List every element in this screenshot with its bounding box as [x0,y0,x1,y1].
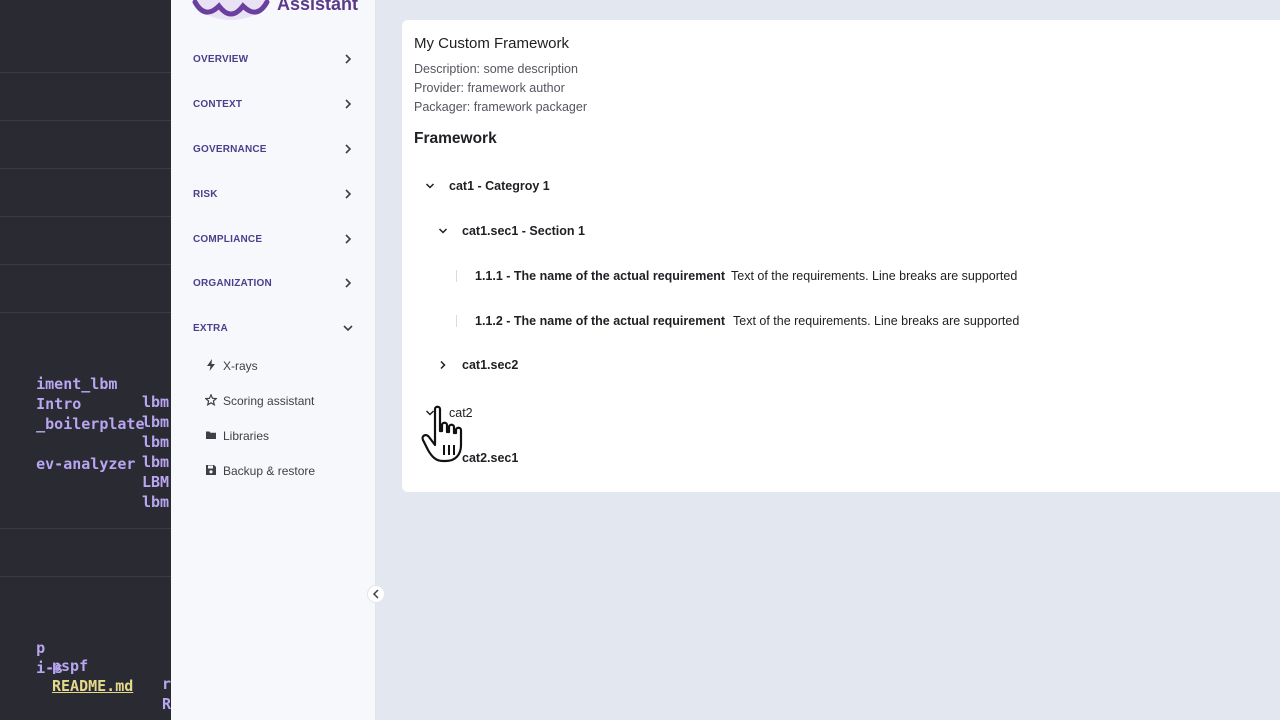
nav-label: OVERVIEW [193,54,249,65]
framework-card: My Custom Framework Description: some de… [402,20,1280,492]
hand-pointer-icon [421,405,463,463]
chevron-right-icon [345,234,352,244]
sidebar-item-label: Libraries [223,429,270,443]
chevron-down-icon[interactable] [424,180,436,192]
terminal-text: LBM [142,473,170,491]
terminal-line: i-s README.md R [0,641,171,720]
folder-icon [206,431,216,439]
framework-packager: Packager: framework packager [414,100,587,114]
nav-label: ORGANIZATION [193,278,272,289]
terminal-text: r [162,675,171,693]
sidebar: Assistant OVERVIEW CONTEXT GOVERNANCE RI… [171,0,376,720]
tree-node-cat1-sec2[interactable]: cat1.sec2 [437,355,737,377]
terminal-divider [0,72,171,73]
requirement-text: Text of the requirements. Line breaks ar… [731,269,1018,283]
nav-label: GOVERNANCE [193,144,267,155]
tree-node-cat1-sec1[interactable]: cat1.sec1 - Section 1 [437,221,737,243]
requirement-row: 1.1.1 - The name of the actual requireme… [456,266,1156,288]
terminal-text: lbm [142,393,170,411]
terminal-divider [0,168,171,169]
requirement-text: Text of the requirements. Line breaks ar… [733,314,1020,328]
chevron-right-icon [345,99,352,109]
terminal-divider [0,216,171,217]
app-name: Assistant [277,0,359,14]
chevron-right-icon [345,144,352,154]
terminal-divider [0,120,171,121]
requirement-name: 1.1.2 - The name of the actual requireme… [475,314,726,328]
tree-node-label: cat1.sec2 [462,358,519,372]
nav-organization[interactable]: ORGANIZATION [171,268,375,302]
chevron-left-icon [372,589,379,599]
nav-risk[interactable]: RISK [171,179,375,213]
sidebar-item-libraries[interactable]: Libraries [171,423,375,449]
tree-node-label: cat1 - Categroy 1 [449,179,550,193]
nav-context[interactable]: CONTEXT [171,89,375,123]
requirement-name: 1.1.1 - The name of the actual requireme… [475,269,726,283]
tree-node-cat2-sec1[interactable]: cat2.sec1 [437,448,737,470]
terminal-text: lbm [142,413,170,431]
tree-node-label: cat1.sec1 - Section 1 [462,224,585,238]
sidebar-item-scoring-assistant[interactable]: Scoring assistant [171,388,375,414]
sidebar-item-x-rays[interactable]: X-rays [171,353,375,379]
floppy-icon [206,465,216,475]
terminal-divider [0,312,171,313]
tree-node-cat2[interactable]: cat2 [424,403,724,425]
nav-label: COMPLIANCE [193,234,263,245]
terminal-text: lbm [142,493,170,511]
section-heading: Framework [414,130,497,147]
chevron-right-icon [345,54,352,64]
terminal-divider [0,576,171,577]
tree-node-cat1[interactable]: cat1 - Categroy 1 [424,176,724,198]
framework-provider: Provider: framework author [414,81,565,95]
app-logo[interactable]: Assistant [191,0,361,22]
logo-emblem-icon [192,0,270,20]
requirement-marker [456,315,457,327]
terminal-text: lbm [142,453,170,471]
sidebar-item-label: Backup & restore [223,464,316,478]
terminal-text: ev-analyzer [36,455,136,473]
nav-extra[interactable]: EXTRA [171,313,375,347]
sidebar-item-label: X-rays [223,359,258,373]
requirement-row: 1.1.2 - The name of the actual requireme… [456,311,1156,333]
nav-label: RISK [193,189,218,200]
terminal-window: iment_lbm lbm Intro lbm _boilerplate lbm… [0,0,171,720]
chevron-right-icon [345,278,352,288]
chevron-right-icon [345,189,352,199]
framework-description: Description: some description [414,62,578,76]
star-icon [205,394,217,406]
chevron-right-icon[interactable] [437,359,449,371]
nav-compliance[interactable]: COMPLIANCE [171,224,375,258]
tree-node-label: cat2.sec1 [462,451,519,465]
sidebar-item-label: Scoring assistant [223,394,315,408]
chevron-down-icon [343,325,353,332]
requirement-marker [456,270,457,282]
terminal-text: lbm [142,433,170,451]
nav-governance[interactable]: GOVERNANCE [171,134,375,168]
terminal-text: R [162,695,171,713]
terminal-file-link: README.md [52,677,134,695]
page-title: My Custom Framework [414,35,570,52]
terminal-text: i-s [36,659,64,677]
sidebar-item-backup-restore[interactable]: Backup & restore [171,458,375,484]
nav-overview[interactable]: OVERVIEW [171,44,375,78]
collapse-sidebar-button[interactable] [367,585,385,603]
bolt-icon [207,359,215,371]
nav-label: CONTEXT [193,99,243,110]
terminal-divider [0,264,171,265]
terminal-line: lbm [0,457,169,529]
terminal-text: _boilerplate [36,415,145,433]
nav-label: EXTRA [193,323,228,334]
chevron-down-icon[interactable] [437,225,449,237]
